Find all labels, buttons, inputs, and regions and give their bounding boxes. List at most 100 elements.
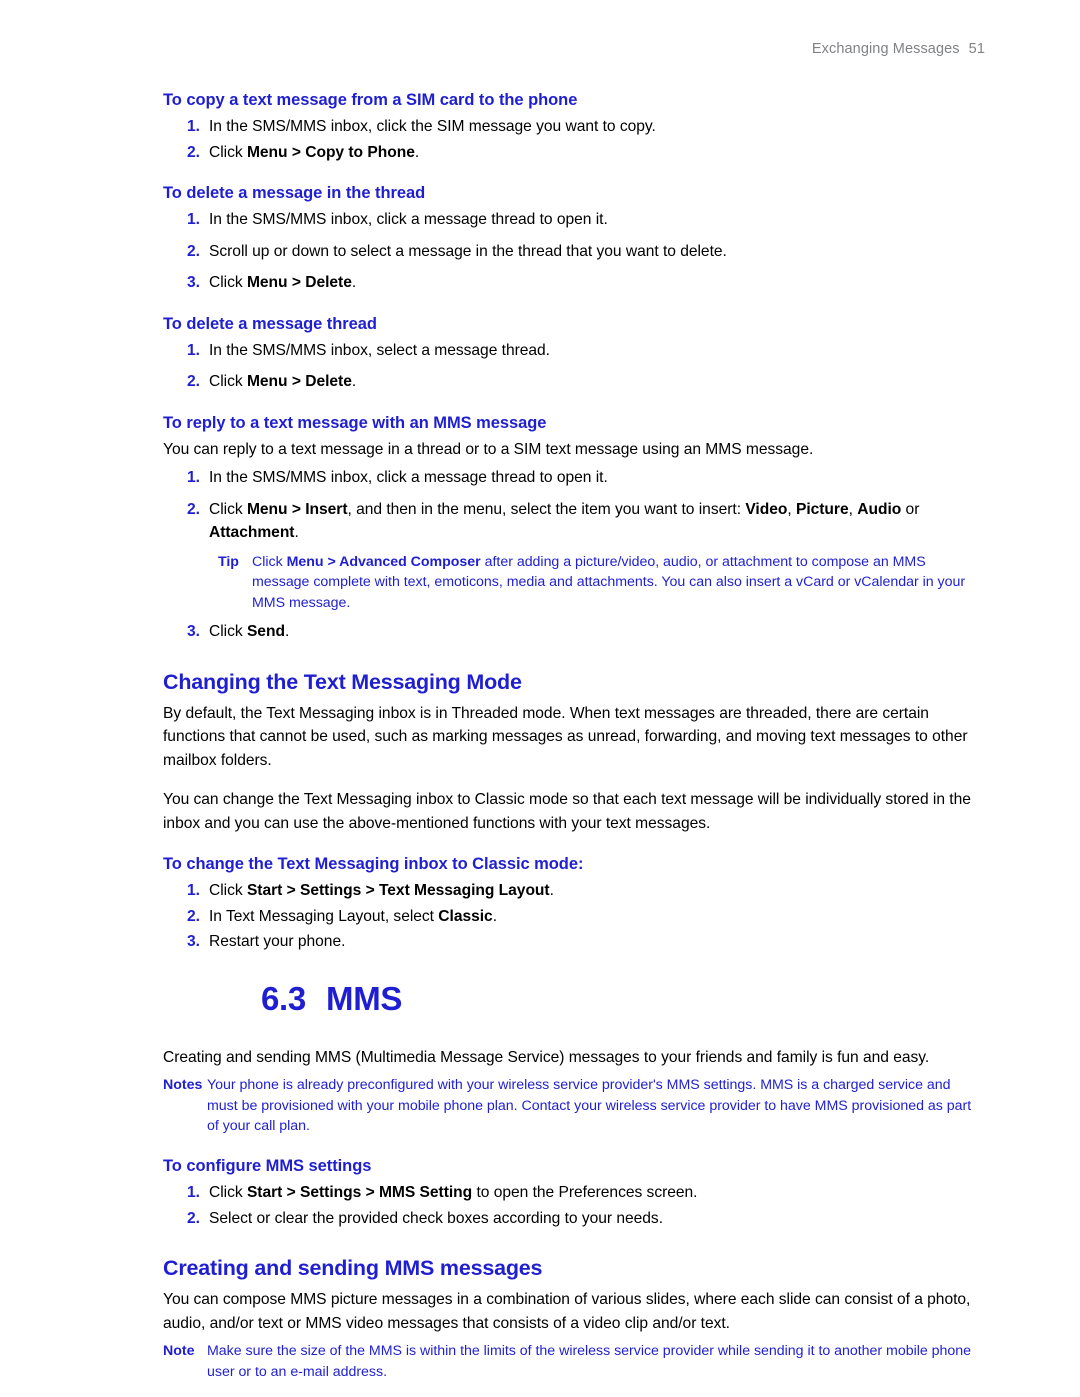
list-item-number: 1.: [187, 469, 200, 486]
list-item: 3. Click Menu > Delete.: [163, 271, 985, 295]
steps-copy-sim-message: 1. In the SMS/MMS inbox, click the SIM me…: [163, 115, 985, 164]
callout-tip-advanced-composer: Tip Click Menu > Advanced Composer after …: [218, 552, 985, 614]
running-header-title: Exchanging Messages: [811, 41, 960, 57]
text-run: You can change the Text Messaging inbox …: [163, 791, 971, 832]
list-item-number: 1.: [187, 341, 200, 359]
heading-change-to-classic-mode: To change the Text Messaging inbox to Cl…: [163, 855, 584, 874]
list-item: 2. Select or clear the provided check box…: [163, 1207, 985, 1231]
text-run: In the SMS/MMS inbox, click the SIM mess…: [209, 118, 656, 135]
text-run: In the SMS/MMS inbox, click a message th…: [209, 469, 608, 486]
chapter-number: 6.3: [261, 979, 306, 1017]
list-item: 3. Restart your phone.: [163, 930, 985, 954]
text-run: .: [351, 274, 357, 291]
list-item-number: 2.: [187, 500, 200, 518]
bold-run: Send: [246, 623, 285, 641]
callout-note-mms-size-limit: Note Make sure the size of the MMS is wit…: [163, 1341, 985, 1382]
text-run: You can reply to a text message in a thr…: [163, 440, 814, 458]
paragraph-threaded-mode: By default, the Text Messaging inbox is …: [163, 702, 985, 773]
list-item: 2. Scroll up or down to select a message …: [163, 240, 985, 264]
text-run: Click: [209, 274, 247, 291]
text-run: Click: [209, 500, 247, 518]
callout-body: Make sure the size of the MMS is within …: [207, 1341, 985, 1382]
text-run: Click: [209, 373, 247, 390]
list-item-number: 1.: [187, 1184, 200, 1202]
text-run: Click: [209, 1184, 247, 1202]
bold-run: Audio: [857, 500, 902, 518]
list-item: 1. In the SMS/MMS inbox, click a message …: [163, 466, 985, 490]
text-run: Creating and sending MMS (Multimedia Mes…: [163, 1048, 930, 1066]
text-run: In the SMS/MMS inbox, click a message th…: [209, 211, 608, 228]
text-run: By default, the Text Messaging inbox is …: [163, 704, 968, 769]
heading-delete-message-thread: To delete a message thread: [163, 314, 377, 333]
paragraph-classic-mode: You can change the Text Messaging inbox …: [163, 788, 985, 835]
running-header: Exchanging Messages 51: [812, 41, 985, 57]
bold-run: Classic: [438, 907, 493, 925]
list-item-number: 1.: [187, 211, 200, 228]
callout-label: Tip: [218, 553, 239, 570]
heading-delete-message-in-thread: To delete a message in the thread: [163, 184, 426, 202]
callout-notes-mms-preconfigured: Notes Your phone is already preconfigured…: [163, 1075, 985, 1137]
list-item: 1. In the SMS/MMS inbox, click the SIM me…: [163, 115, 985, 139]
document-page: Exchanging Messages 51 To copy a text mes…: [0, 0, 1080, 1397]
steps-configure-mms-settings: 1. Click Start > Settings > MMS Setting t…: [163, 1181, 985, 1230]
text-run: Click: [252, 553, 287, 570]
text-run: Your phone is already preconfigured with…: [207, 1077, 972, 1135]
steps-delete-message-thread: 1. In the SMS/MMS inbox, select a message…: [163, 339, 985, 394]
heading-chapter-6-3-mms: 6.3 MMS: [261, 980, 402, 1018]
list-item-number: 3.: [187, 933, 200, 951]
document-content: To copy a text message from a SIM card t…: [163, 90, 985, 1382]
text-run: ,: [848, 500, 858, 518]
heading-creating-sending-mms-messages: Creating and sending MMS messages: [163, 1256, 543, 1281]
heading-copy-sim-message: To copy a text message from a SIM card t…: [163, 91, 578, 109]
bold-run: Menu > Copy to Phone: [246, 143, 415, 161]
steps-reply-with-mms-part1: 1. In the SMS/MMS inbox, click a message …: [163, 466, 985, 545]
chapter-title: MMS: [326, 979, 403, 1017]
list-item-number: 1.: [187, 882, 200, 900]
heading-configure-mms-settings: To configure MMS settings: [163, 1157, 372, 1176]
chapter-head-spacer: 6.3 MMS: [163, 954, 985, 1046]
text-run: Click: [209, 882, 247, 900]
text-run: ,: [787, 500, 796, 518]
bold-run: Attachment: [209, 524, 295, 541]
list-item: 2. In Text Messaging Layout, select Class…: [163, 905, 985, 929]
steps-reply-with-mms-part2: 3. Click Send.: [163, 620, 985, 644]
list-item: 2. Click Menu > Copy to Phone.: [163, 141, 985, 165]
list-item-number: 2.: [187, 907, 200, 925]
text-run: You can compose MMS picture messages in …: [163, 1291, 971, 1332]
bold-run: Video: [745, 500, 788, 518]
list-item: 1. In the SMS/MMS inbox, click a message …: [163, 208, 985, 232]
list-item: 1. Click Start > Settings > MMS Setting t…: [163, 1181, 985, 1205]
page-number: 51: [968, 41, 985, 57]
text-run: to open the Preferences screen.: [472, 1184, 698, 1202]
callout-body: Click Menu > Advanced Composer after add…: [252, 552, 985, 614]
text-run: .: [549, 882, 554, 900]
callout-body: Your phone is already preconfigured with…: [207, 1075, 985, 1137]
paragraph-mms-intro: Creating and sending MMS (Multimedia Mes…: [163, 1046, 985, 1070]
text-run: , and then in the menu, select the item …: [347, 500, 746, 518]
paragraph-compose-mms: You can compose MMS picture messages in …: [163, 1288, 985, 1335]
list-item-number: 2.: [187, 373, 200, 390]
text-run: Select or clear the provided check boxes…: [209, 1209, 663, 1227]
heading-reply-with-mms: To reply to a text message with an MMS m…: [163, 413, 547, 432]
text-run: In the SMS/MMS inbox, select a message t…: [209, 341, 550, 359]
bold-run: Start > Settings > Text Messaging Layout: [246, 882, 550, 900]
text-run: .: [294, 524, 299, 541]
bold-run: Menu > Delete: [246, 274, 352, 291]
list-item: 2. Click Menu > Insert, and then in the m…: [163, 498, 985, 545]
list-item-number: 3.: [187, 274, 200, 291]
list-item: 1. In the SMS/MMS inbox, select a message…: [163, 339, 985, 363]
list-item-number: 3.: [187, 623, 200, 641]
bold-run: Menu > Insert: [246, 500, 348, 518]
list-item: 1. Click Start > Settings > Text Messagin…: [163, 879, 985, 903]
list-item-number: 2.: [187, 1209, 200, 1227]
text-run: Make sure the size of the MMS is within …: [207, 1343, 971, 1380]
text-run: .: [414, 143, 420, 161]
callout-label: Notes: [163, 1077, 203, 1094]
bold-run: Start > Settings > MMS Setting: [246, 1184, 473, 1202]
bold-run: Menu > Delete: [246, 373, 352, 390]
paragraph-reply-with-mms-intro: You can reply to a text message in a thr…: [163, 438, 985, 462]
bold-run: Picture: [795, 500, 849, 518]
steps-delete-message-in-thread: 1. In the SMS/MMS inbox, click a message …: [163, 208, 985, 295]
text-run: or: [901, 500, 920, 518]
text-run: Click: [209, 143, 247, 161]
